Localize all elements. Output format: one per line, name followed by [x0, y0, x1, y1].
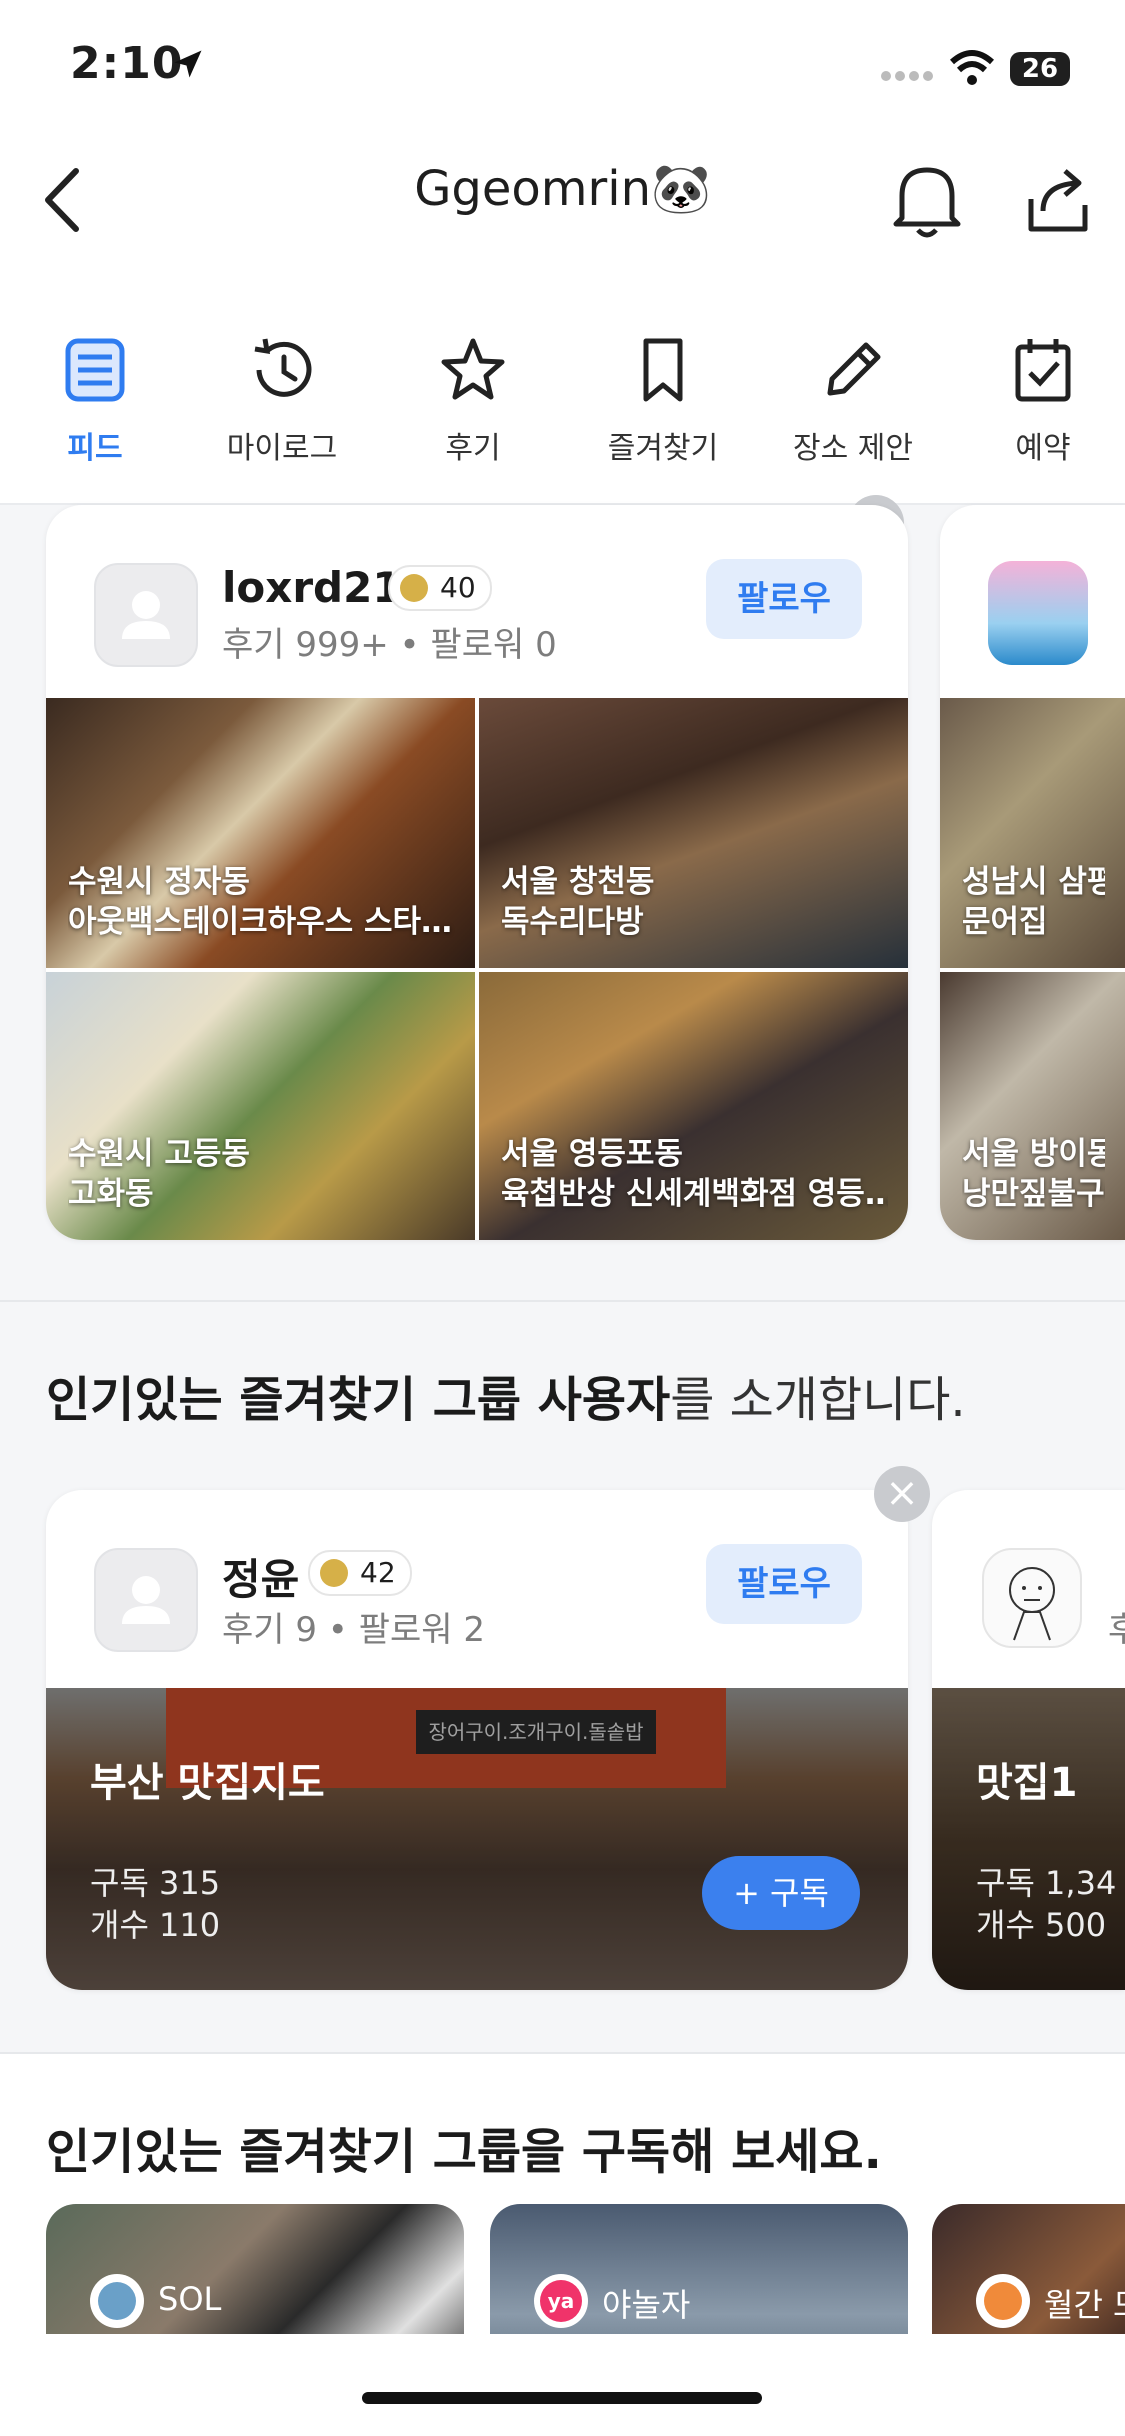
tab-label: 피드: [67, 431, 123, 466]
popular-groups-section: 인기있는 즐겨찾기 그룹을 구독해 보세요. SOL ya 야놀자 월간 모: [0, 2054, 1125, 2436]
pencil-icon: [827, 342, 881, 396]
bell-icon[interactable]: [890, 160, 964, 240]
cellular-signal-icon: [881, 71, 933, 81]
username[interactable]: 정윤: [222, 1546, 299, 1607]
subscribe-button[interactable]: + 구독: [702, 1856, 860, 1930]
favorite-group-cover[interactable]: 맛집1 구독 1,34 개수 500: [932, 1688, 1125, 1990]
level-star-icon: [320, 1559, 348, 1587]
level-star-icon: [400, 574, 428, 602]
tab-label: 즐겨찾기: [607, 431, 719, 466]
tab-mylog[interactable]: 마이로그: [187, 335, 377, 467]
share-icon[interactable]: [1025, 165, 1091, 235]
tab-label: 마이로그: [226, 431, 338, 466]
group-count: 개수 110: [90, 1906, 221, 1944]
user-stats: 후기 999+ • 팔로워 0: [222, 625, 557, 665]
group-count: 개수 500: [976, 1906, 1107, 1944]
tab-reviews[interactable]: 후기: [378, 335, 568, 467]
user-card[interactable]: loxrd21 40 후기 999+ • 팔로워 0 팔로우 수원시 정자동 아웃…: [46, 505, 908, 1240]
group-label: 월간 모: [1044, 2286, 1125, 2324]
home-bar-area: [0, 2334, 1125, 2436]
photo-caption: 서울 창천동 독수리다방: [501, 864, 655, 940]
level-value: 40: [440, 571, 476, 604]
tab-label: 예약: [1015, 431, 1071, 466]
level-badge: 42: [308, 1550, 412, 1596]
place-photo[interactable]: 수원시 정자동 아웃백스테이크하우스 스타…: [46, 698, 475, 968]
photo-caption: 서울 영등포동 육첩반상 신세계백화점 영등…: [501, 1136, 888, 1212]
photo-caption: 수원시 고등동 고화동: [68, 1136, 250, 1212]
user-stats: 후기 9 • 팔로워 2: [222, 1610, 485, 1650]
tab-label: 장소 제안: [793, 431, 913, 466]
status-time: 2:10: [70, 38, 184, 89]
place-photo[interactable]: 수원시 고등동 고화동: [46, 972, 475, 1240]
favorite-group-cover[interactable]: 장어구이.조개구이.돌솥밥 부산 맛집지도 구독 315 개수 110 + 구독: [46, 1688, 908, 1990]
history-icon: [254, 338, 312, 397]
yanolja-logo-icon: ya: [534, 2274, 588, 2328]
section-title: 인기있는 즐겨찾기 그룹을 구독해 보세요.: [46, 2124, 882, 2180]
photo-caption: 수원시 정자동 아웃백스테이크하우스 스타…: [68, 864, 453, 940]
user-stats: 후: [1108, 1610, 1125, 1650]
avatar[interactable]: [988, 561, 1088, 665]
username[interactable]: loxrd21: [222, 563, 402, 612]
group-logo-icon: [90, 2274, 144, 2328]
group-subscribers: 구독 1,34: [976, 1864, 1117, 1902]
tab-reservation[interactable]: 예약: [948, 335, 1125, 467]
group-user-card[interactable]: 정윤 42 후기 9 • 팔로워 2 팔로우 장어구이.조개구이.돌솥밥 부산 …: [46, 1490, 908, 1990]
place-photo[interactable]: 서울 영등포동 육첩반상 신세계백화점 영등…: [479, 972, 908, 1240]
tab-label: 후기: [445, 431, 501, 466]
tab-favorites[interactable]: 즐겨찾기: [568, 335, 758, 467]
photo-caption: 서울 방이동낭만짚불구이: [962, 1136, 1105, 1212]
battery-indicator: 26: [1010, 52, 1070, 86]
doodle-avatar-icon: [1009, 1567, 1055, 1641]
group-name: 맛집1: [976, 1760, 1078, 1806]
group-subscribers: 구독 315: [90, 1864, 221, 1902]
place-photo[interactable]: 성남시 삼평동문어집: [940, 698, 1125, 968]
avatar[interactable]: [94, 563, 198, 667]
user-card-secondary[interactable]: 성남시 삼평동문어집 서울 방이동낭만짚불구이: [940, 505, 1125, 1240]
follow-button[interactable]: 팔로우: [706, 559, 862, 639]
section-title: 인기있는 즐겨찾기 그룹 사용자를 소개합니다.: [46, 1372, 966, 1428]
bookmark-icon: [643, 338, 683, 402]
star-icon: [441, 338, 505, 400]
user-placeholder-icon: [122, 591, 170, 639]
place-photo[interactable]: 서울 방이동낭만짚불구이: [940, 972, 1125, 1240]
level-badge: 40: [388, 565, 492, 611]
status-bar: 2:10 26: [0, 0, 1125, 130]
tab-suggest-place[interactable]: 장소 제안: [758, 335, 948, 467]
photo-caption: 성남시 삼평동문어집: [962, 864, 1105, 940]
location-arrow-icon: [174, 50, 202, 78]
wifi-icon: [950, 50, 994, 85]
calendar-check-icon: [1015, 339, 1071, 402]
group-logo-icon: [976, 2274, 1030, 2328]
avatar[interactable]: [94, 1548, 198, 1652]
group-label: SOL: [158, 2280, 222, 2318]
dismiss-card-icon[interactable]: ×: [874, 1466, 930, 1522]
group-label: 야놀자: [602, 2286, 691, 2324]
recommended-users-section: × loxrd21 40 후기 999+ • 팔로워 0 팔로우 수원시 정자동…: [0, 495, 1125, 1300]
follow-button[interactable]: 팔로우: [706, 1544, 862, 1624]
home-indicator[interactable]: [362, 2392, 762, 2404]
user-placeholder-icon: [122, 1576, 170, 1624]
group-user-card-secondary[interactable]: 후 맛집1 구독 1,34 개수 500: [932, 1490, 1125, 1990]
tab-feed[interactable]: 피드: [0, 335, 190, 467]
avatar[interactable]: [982, 1548, 1082, 1648]
feed-icon: [65, 338, 125, 402]
level-value: 42: [360, 1556, 396, 1589]
popular-group-users-section: 인기있는 즐겨찾기 그룹 사용자를 소개합니다. 정윤 42 후기 9 • 팔로…: [0, 1302, 1125, 2052]
place-photo[interactable]: 서울 창천동 독수리다방: [479, 698, 908, 968]
group-name: 부산 맛집지도: [90, 1760, 325, 1806]
